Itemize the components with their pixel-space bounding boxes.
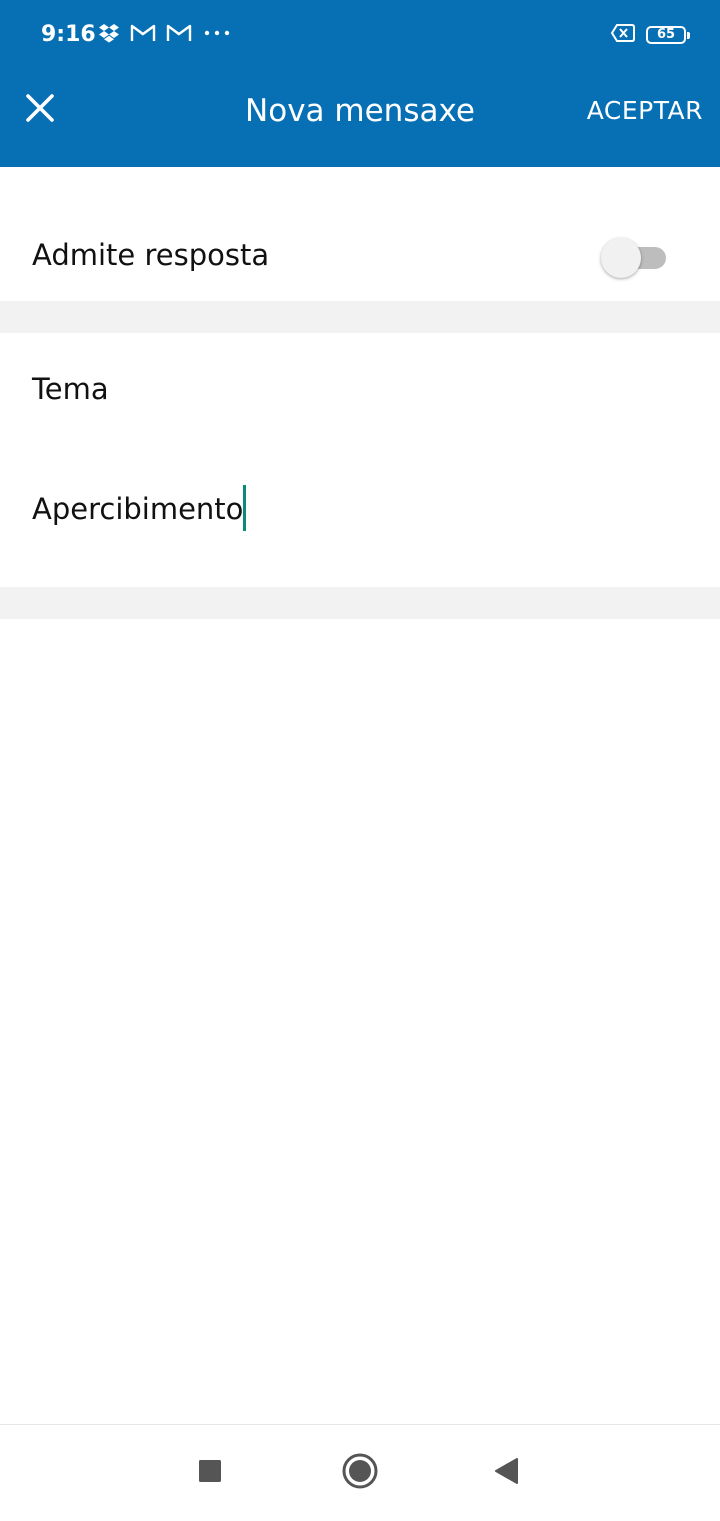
dropbox-icon (98, 23, 120, 47)
app-header: 9:16 65 Nova mensaxe ACEPTAR (0, 0, 720, 167)
message-form: Tema Apercibimento (0, 333, 720, 587)
back-icon (493, 1457, 519, 1489)
system-icons: 65 (610, 20, 690, 50)
reply-toggle-switch[interactable] (600, 237, 668, 279)
recent-apps-icon (198, 1459, 222, 1487)
recent-apps-button[interactable] (186, 1449, 234, 1497)
home-icon (341, 1452, 379, 1494)
home-button[interactable] (336, 1449, 384, 1497)
text-cursor (243, 485, 247, 531)
reply-setting-label: Admite resposta (32, 238, 270, 272)
message-input[interactable]: Apercibimento (32, 485, 247, 534)
system-navigation-bar (0, 1424, 720, 1521)
switch-thumb (601, 238, 641, 278)
app-bar: Nova mensaxe ACEPTAR (0, 70, 720, 167)
close-icon (25, 93, 55, 127)
back-button[interactable] (482, 1449, 530, 1497)
battery-icon: 65 (646, 26, 690, 44)
status-time: 9:16 (41, 22, 96, 47)
gmail-icon (130, 23, 156, 47)
accept-button[interactable]: ACEPTAR (587, 94, 703, 128)
section-divider (0, 301, 720, 333)
status-bar: 9:16 65 (0, 0, 720, 70)
page-title: Nova mensaxe (245, 93, 475, 129)
no-sim-icon (610, 23, 636, 47)
gmail-icon (166, 23, 192, 47)
notification-icons (98, 20, 232, 50)
more-notifications-icon (202, 23, 232, 47)
message-text: Apercibimento (32, 492, 244, 526)
reply-setting-row: Admite resposta (0, 167, 720, 301)
battery-level: 65 (656, 27, 676, 42)
section-divider (0, 587, 720, 619)
subject-input[interactable]: Tema (32, 369, 109, 409)
close-button[interactable] (16, 86, 64, 134)
